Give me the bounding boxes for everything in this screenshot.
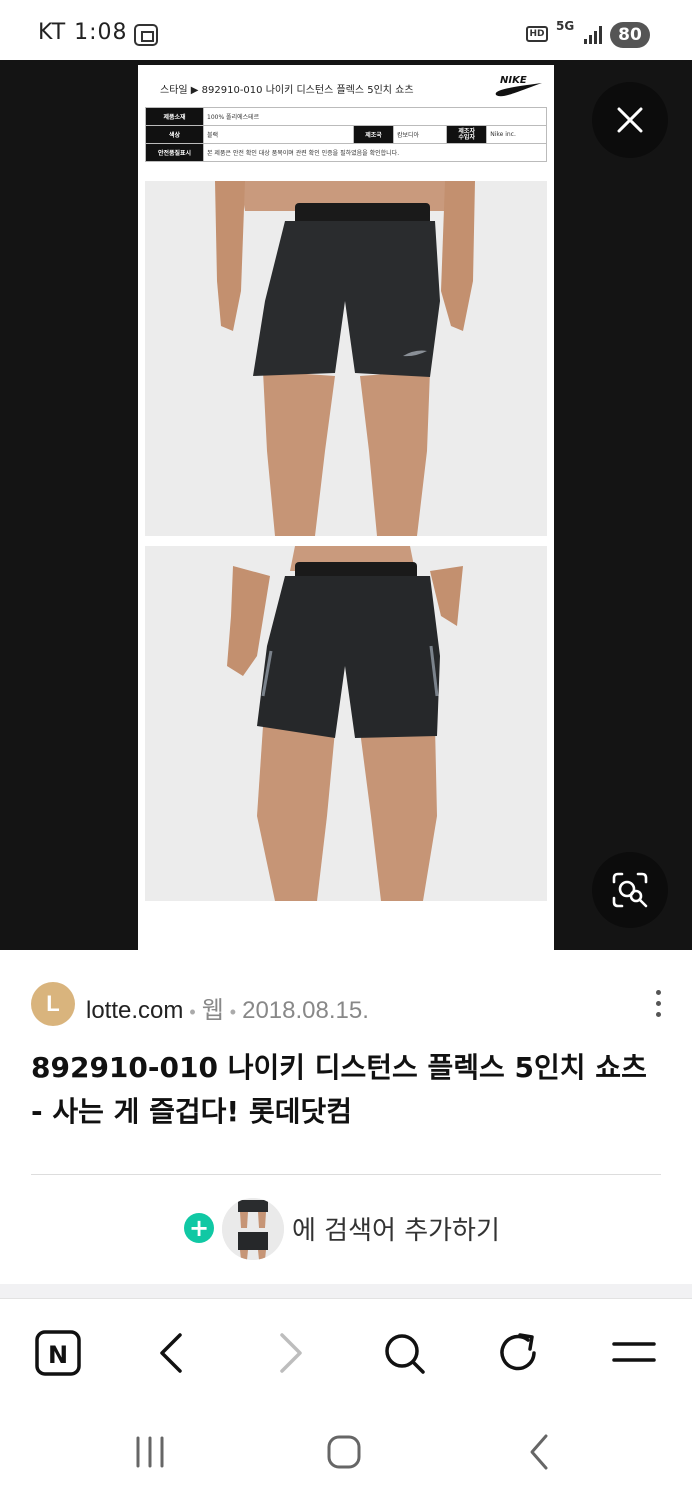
spec-label: 색상: [145, 125, 204, 144]
spec-value: 본 제품은 안전 확인 대상 품목이며 관련 확인 인증을 필하였음을 확인합니…: [203, 143, 547, 162]
source-date: 2018.08.15.: [242, 997, 369, 1024]
menu-button[interactable]: [610, 1329, 660, 1379]
search-result-card[interactable]: L lotte.com • 웹 • 2018.08.15. 892910-010 나이키…: [0, 950, 692, 1284]
spec-value: 캄보디아: [392, 125, 448, 144]
nike-logo-text: NIKE: [500, 75, 527, 86]
hd-voice-icon: HD: [526, 26, 548, 42]
recent-apps-button[interactable]: [130, 1432, 170, 1472]
system-back-button[interactable]: [520, 1432, 560, 1472]
close-icon: [617, 107, 643, 133]
more-dot-icon: [656, 1012, 661, 1017]
network-5g-icon: 5G: [556, 19, 575, 33]
source-domain[interactable]: lotte.com: [86, 997, 183, 1024]
browser-toolbar: N: [0, 1298, 692, 1410]
system-nav-bar: [0, 1410, 692, 1500]
spec-row: 안전품질표시 본 제품은 안전 확인 대상 품목이며 관련 확인 인증을 필하였…: [145, 143, 547, 162]
naver-home-icon: N: [35, 1330, 81, 1376]
source-type: 웹: [201, 997, 224, 1024]
search-button[interactable]: [380, 1329, 430, 1379]
source-avatar: L: [31, 982, 75, 1026]
signal-icon: [584, 26, 604, 44]
spec-label: 제조국: [353, 125, 394, 144]
image-search-button[interactable]: [592, 852, 668, 928]
carrier-time: KT 1:08: [38, 20, 128, 45]
image-viewer: 스타일 ▶ 892910-010 나이키 디스턴스 플렉스 5인치 쇼츠 NIK…: [0, 60, 692, 950]
more-dot-icon: [656, 990, 661, 995]
menu-icon: [612, 1342, 656, 1362]
add-keyword-label: 에 검색어 추가하기: [292, 1216, 500, 1246]
forward-icon: [280, 1333, 302, 1373]
spec-value: 100% 폴리에스테르: [203, 107, 547, 126]
home-button[interactable]: [324, 1432, 364, 1472]
plus-icon: +: [184, 1213, 214, 1243]
keyword-thumbnail: [222, 1198, 284, 1260]
divider: [31, 1174, 661, 1175]
spec-table: 제품소재 100% 폴리에스테르 색상 블랙 제조국 캄보디아 제조자 수입자 …: [145, 107, 547, 162]
naver-home-button[interactable]: N: [34, 1329, 84, 1379]
screenshot-icon: [134, 24, 158, 46]
system-back-icon: [530, 1434, 548, 1470]
back-icon: [160, 1333, 182, 1373]
close-button[interactable]: [592, 82, 668, 158]
more-options-button[interactable]: [646, 986, 670, 1022]
spec-label: 제품소재: [145, 107, 204, 126]
spec-label: 제조자 수입자: [446, 125, 488, 144]
naver-letter: N: [48, 1341, 68, 1369]
battery-indicator: 80: [610, 22, 650, 48]
spec-value: Nike inc.: [486, 125, 547, 144]
nike-logo: NIKE: [492, 71, 544, 105]
status-bar: KT 1:08 HD 5G 80: [0, 0, 692, 60]
result-title-link[interactable]: 892910-010 나이키 디스턴스 플렉스 5인치 쇼츠 - 사는 게 즐겁…: [31, 1046, 661, 1134]
refresh-icon: [500, 1333, 536, 1371]
source-line: lotte.com • 웹 • 2018.08.15.: [86, 997, 369, 1024]
recent-apps-icon: [136, 1436, 164, 1468]
forward-button[interactable]: [264, 1329, 314, 1379]
section-separator: [0, 1284, 692, 1298]
home-icon: [327, 1435, 361, 1469]
shorts-back-photo: [145, 546, 547, 901]
image-search-icon: [612, 872, 648, 908]
spec-label: 안전품질표시: [145, 143, 204, 162]
search-icon: [385, 1334, 425, 1374]
more-dot-icon: [656, 1001, 661, 1006]
back-button[interactable]: [148, 1329, 198, 1379]
shorts-front-photo: [145, 181, 547, 536]
product-detail-image[interactable]: 스타일 ▶ 892910-010 나이키 디스턴스 플렉스 5인치 쇼츠 NIK…: [138, 65, 554, 950]
spec-value: 블랙: [203, 125, 354, 144]
spec-row: 색상 블랙 제조국 캄보디아 제조자 수입자 Nike inc.: [145, 125, 547, 144]
spec-header: 스타일 ▶ 892910-010 나이키 디스턴스 플렉스 5인치 쇼츠: [160, 85, 414, 96]
spec-row: 제품소재 100% 폴리에스테르: [145, 107, 547, 126]
refresh-button[interactable]: [494, 1329, 544, 1379]
